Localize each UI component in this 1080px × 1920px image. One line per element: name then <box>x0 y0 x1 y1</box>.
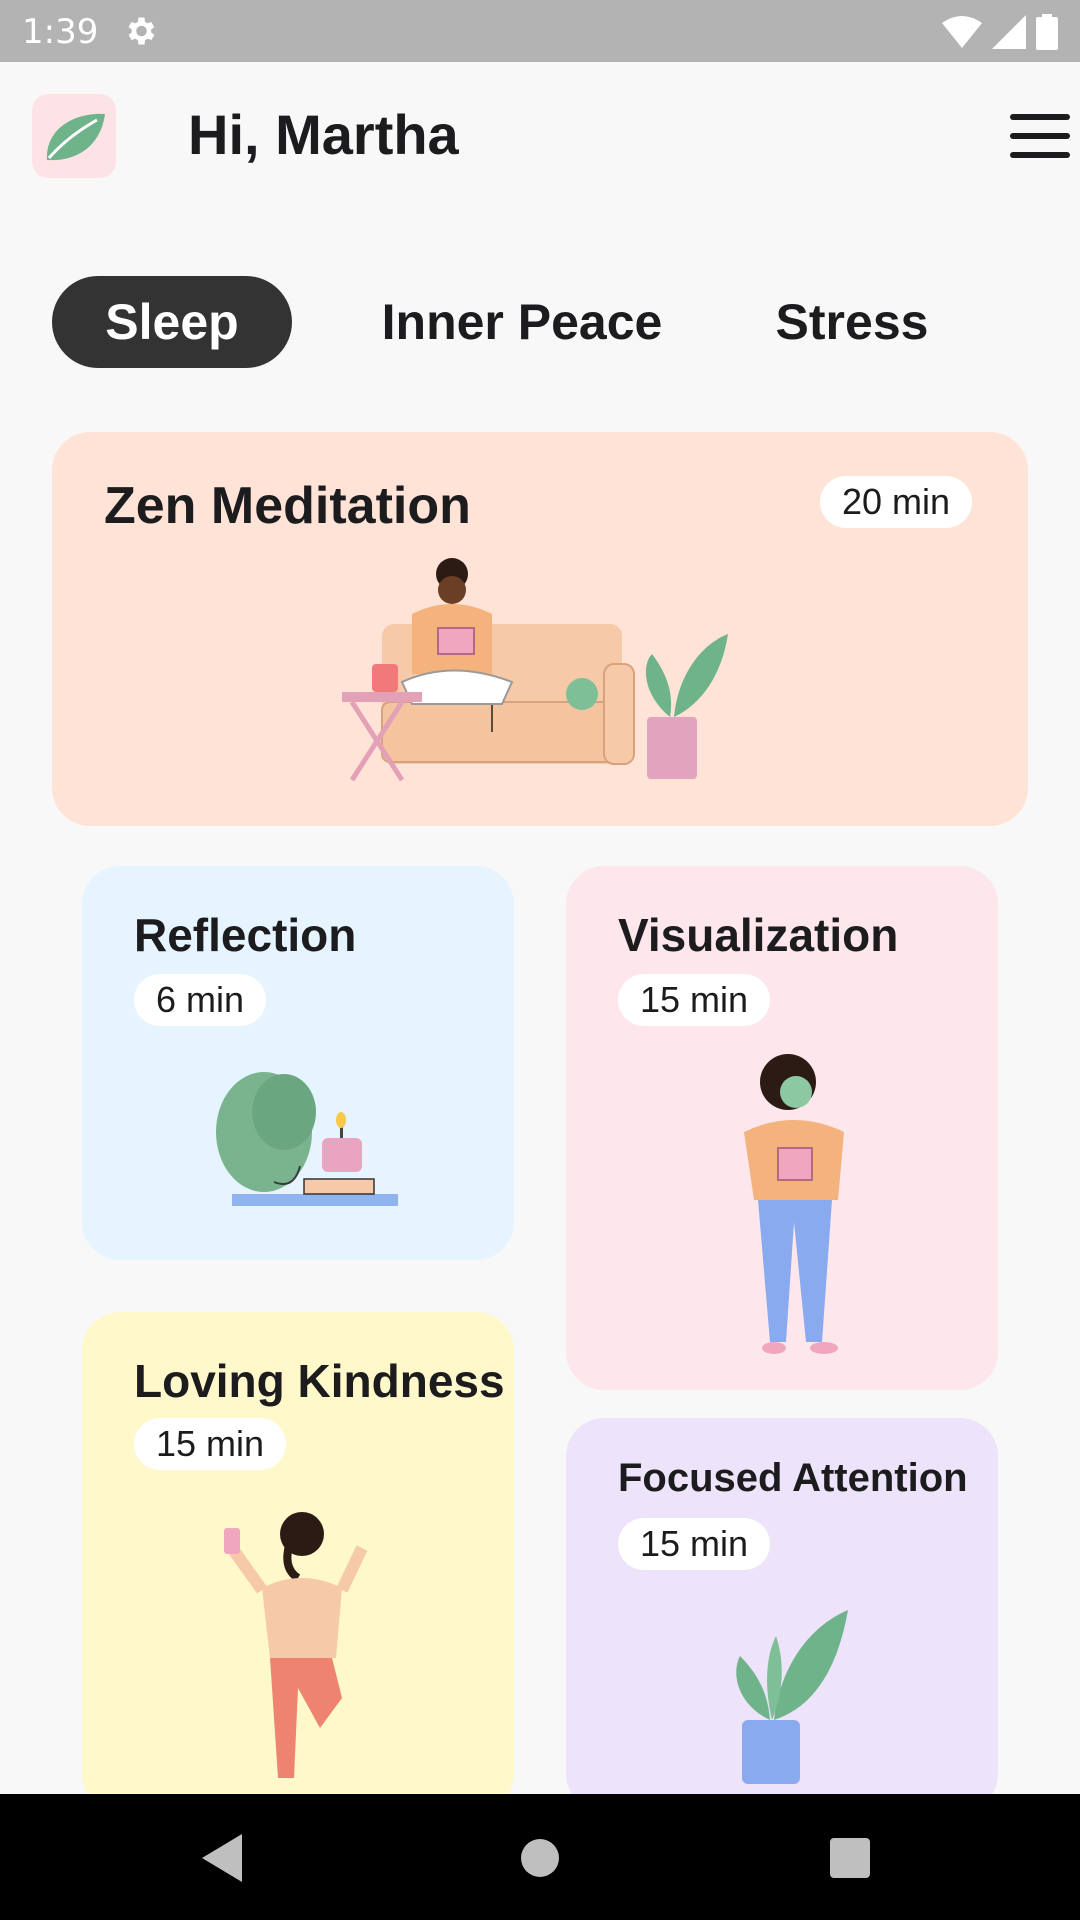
standing-reader-illustration <box>744 1054 844 1354</box>
status-time: 1:39 <box>22 12 99 52</box>
dancing-person-illustration <box>224 1512 368 1778</box>
potted-plant-illustration <box>736 1610 848 1784</box>
duration-badge: 15 min <box>134 1418 287 1470</box>
card-loving-kindness[interactable]: Loving Kindness 15 min <box>82 1312 514 1812</box>
status-icons <box>942 14 1058 50</box>
card-visualization[interactable]: Visualization 15 min <box>566 866 998 1390</box>
hamburger-menu-icon[interactable] <box>1010 114 1070 158</box>
settings-gear-icon <box>128 17 155 45</box>
card-title: Zen Meditation <box>104 477 471 535</box>
home-circle-icon[interactable] <box>520 1838 560 1878</box>
back-triangle-icon[interactable] <box>202 1834 246 1882</box>
system-navigation-bar <box>0 1794 1080 1920</box>
card-title: Focused Attention <box>618 1456 968 1500</box>
duration-badge: 15 min <box>618 1518 771 1570</box>
wifi-icon <box>942 16 982 48</box>
duration-badge: 6 min <box>134 974 267 1026</box>
duration-badge: 15 min <box>618 974 771 1026</box>
plant-and-candle-illustration <box>216 1072 398 1206</box>
card-reflection[interactable]: Reflection 6 min <box>82 866 514 1260</box>
reading-on-sofa-illustration <box>342 558 728 782</box>
category-tabs: Sleep Inner Peace Stress <box>52 276 928 368</box>
greeting-title: Hi, Martha <box>188 103 459 166</box>
tab-sleep[interactable]: Sleep <box>52 276 292 368</box>
status-bar: 1:39 <box>0 0 1080 62</box>
card-zen-meditation[interactable]: Zen Meditation 20 min <box>52 432 1028 826</box>
tab-stress[interactable]: Stress <box>752 276 952 368</box>
tab-inner-peace[interactable]: Inner Peace <box>372 276 672 368</box>
recents-square-icon[interactable] <box>830 1838 870 1878</box>
card-title: Visualization <box>618 909 899 961</box>
signal-icon <box>992 15 1026 49</box>
duration-badge: 20 min <box>820 476 973 528</box>
battery-icon <box>1036 14 1058 50</box>
app-logo <box>32 94 116 178</box>
leaf-icon <box>46 113 105 161</box>
card-title: Loving Kindness <box>134 1355 505 1407</box>
card-focused-attention[interactable]: Focused Attention 15 min <box>566 1418 998 1812</box>
card-title: Reflection <box>134 909 357 961</box>
app-header: Hi, Martha <box>0 62 1080 212</box>
